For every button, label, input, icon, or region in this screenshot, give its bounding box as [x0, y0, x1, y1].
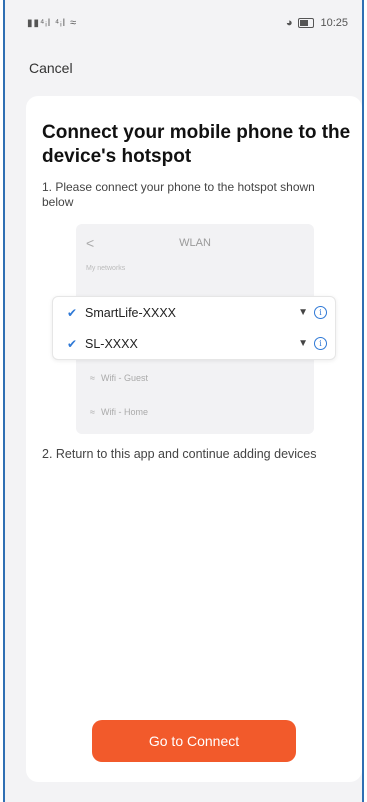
status-time: 10:25: [320, 17, 348, 29]
wlan-title: WLAN: [179, 237, 211, 249]
wifi-signal-icon: ▼: [298, 307, 308, 318]
instruction-card: Connect your mobile phone to the device'…: [26, 96, 362, 782]
go-to-connect-button[interactable]: Go to Connect: [92, 720, 296, 762]
hotspot-name: SL-XXXX: [85, 336, 138, 351]
signal-icon: ▮▮⁴ᵢl ⁴ᵢl: [27, 17, 66, 29]
check-icon: ✔: [67, 336, 78, 351]
hotspot-row: ✔ SmartLife-XXXX ▼ i: [53, 297, 335, 328]
step-2-text: 2. Return to this app and continue addin…: [42, 447, 317, 461]
wifi-icon: ≈: [90, 407, 95, 417]
back-chevron-icon: <: [86, 235, 95, 251]
status-right: ◕ 10:25: [286, 17, 348, 29]
wifi-icon: ≈: [90, 373, 95, 383]
wlan-header: < WLAN: [76, 224, 314, 262]
alarm-icon: ◕: [285, 17, 293, 29]
status-left: ▮▮⁴ᵢl ⁴ᵢl ≈: [27, 17, 76, 29]
battery-icon: [298, 18, 315, 28]
wifi-guest-label: Wifi - Guest: [100, 373, 148, 383]
wifi-signal-icon: ▼: [298, 338, 308, 349]
status-bar: ▮▮⁴ᵢl ⁴ᵢl ≈ ◕ 10:25: [5, 0, 362, 46]
info-icon: i: [314, 306, 327, 319]
wifi-home-row: ≈ Wifi - Home: [76, 398, 314, 426]
wifi-home-label: Wifi - Home: [100, 407, 148, 417]
info-icon: i: [314, 337, 327, 350]
step-1-text: 1. Please connect your phone to the hots…: [42, 180, 315, 209]
wifi-icon: ≈: [69, 17, 77, 29]
wifi-guest-row: ≈ Wifi - Guest: [76, 364, 314, 392]
my-networks-label: My networks: [86, 265, 126, 272]
hotspot-list: ✔ SmartLife-XXXX ▼ i ✔ SL-XXXX ▼ i: [52, 296, 336, 360]
page-title: Connect your mobile phone to the device'…: [42, 122, 351, 167]
cancel-button[interactable]: Cancel: [29, 60, 73, 76]
check-icon: ✔: [67, 305, 78, 320]
hotspot-name: SmartLife-XXXX: [85, 305, 177, 320]
hotspot-row: ✔ SL-XXXX ▼ i: [53, 328, 335, 359]
